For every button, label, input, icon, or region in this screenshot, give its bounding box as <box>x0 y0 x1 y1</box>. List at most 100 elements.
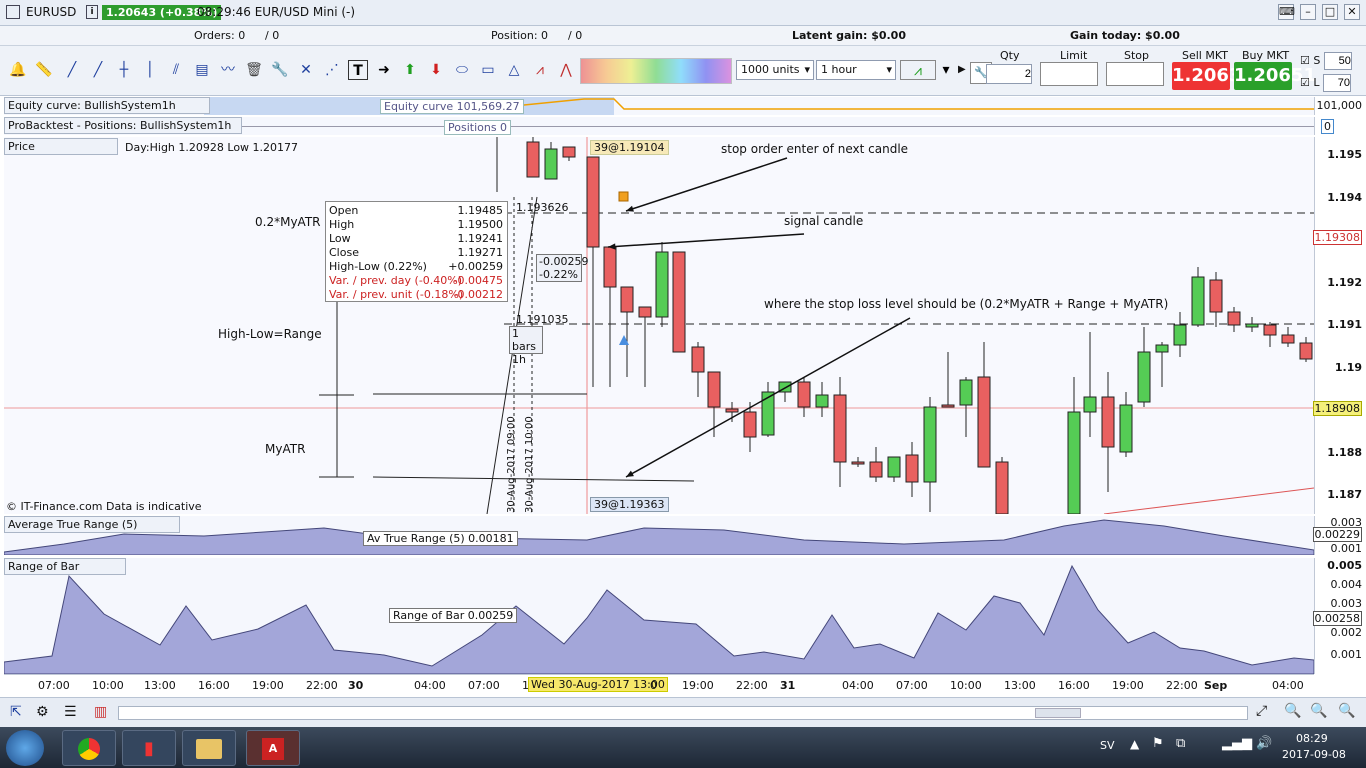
close-button[interactable]: ✕ <box>1344 4 1360 20</box>
wrench-icon[interactable]: 🔧 <box>270 60 290 80</box>
arrow-down-icon[interactable]: ⬇ <box>426 60 446 80</box>
volume-icon[interactable]: 🔊 <box>1256 736 1272 751</box>
keyboard-icon[interactable]: ⌨ <box>1278 4 1295 20</box>
settings-icon[interactable]: ⚙ <box>36 704 49 720</box>
atr-panel-header[interactable]: Average True Range (5) <box>4 516 180 533</box>
triangle-tool-icon[interactable]: △ <box>504 60 524 80</box>
language-indicator[interactable]: SV <box>1100 739 1115 752</box>
ruler-icon[interactable]: 📏 <box>34 60 54 80</box>
clock-time[interactable]: 08:29 <box>1296 732 1328 745</box>
ellipse-tool-icon[interactable]: ⬭ <box>452 60 472 80</box>
zoom-out-icon[interactable]: 🔍 <box>1310 703 1327 719</box>
vline-tool-icon[interactable]: │ <box>140 60 160 80</box>
line-tool-icon[interactable]: ╱ <box>62 60 82 80</box>
minimize-button[interactable]: – <box>1300 4 1316 20</box>
range-axis-003: 0.003 <box>1330 597 1363 610</box>
start-button[interactable] <box>6 730 44 766</box>
channel-tool-icon[interactable]: ⫽ <box>166 60 186 80</box>
chevron-down-icon[interactable]: ▾ <box>936 60 956 80</box>
ray-tool-icon[interactable]: ╱ <box>88 60 108 80</box>
sell-market-button[interactable]: 1.20636 <box>1172 62 1254 90</box>
scrollbar-thumb[interactable] <box>1035 708 1081 718</box>
candle-body <box>1083 396 1097 413</box>
price-axis: 1.1951.1941.1931.1921.1911.191.1891.1881… <box>1312 137 1366 514</box>
horizontal-scrollbar[interactable] <box>118 706 1248 720</box>
candle-body <box>761 391 775 436</box>
range-panel-header[interactable]: Range of Bar <box>4 558 126 575</box>
order-marker <box>618 191 629 202</box>
time-axis-label: 04:00 <box>1272 679 1304 692</box>
tooltip-value: -0.00475 <box>453 274 503 287</box>
stop-buttons[interactable] <box>1106 62 1164 86</box>
candle-body <box>905 454 919 483</box>
prorealtime-taskbar-button[interactable]: ▮ <box>122 730 176 766</box>
positions-panel-header[interactable]: ProBacktest - Positions: BullishSystem1h <box>4 117 242 134</box>
pattern-tool-icon[interactable]: ⩘ <box>530 60 550 80</box>
tooltip-value: 1.19485 <box>457 204 504 217</box>
units-select[interactable]: 1000 units ▾ <box>736 60 814 80</box>
qty-input[interactable] <box>986 64 1032 84</box>
candle-body <box>1119 404 1133 453</box>
trash-icon[interactable]: 🗑 <box>244 60 264 80</box>
info-icon[interactable]: i <box>86 5 98 19</box>
network-icon[interactable]: ⧉ <box>1176 736 1185 751</box>
alarm-icon[interactable]: 🔔 <box>8 60 28 80</box>
zoom-icon[interactable]: 🔍 <box>1284 703 1301 719</box>
zigzag-tool-icon[interactable]: ⋀ <box>556 60 576 80</box>
signal-icon[interactable]: ▂▄▆ <box>1222 736 1252 751</box>
equity-panel-header[interactable]: Equity curve: BullishSystem1h <box>4 97 210 114</box>
limit-buttons[interactable] <box>1040 62 1098 86</box>
order-label-top[interactable]: 39@1.19104 <box>590 140 669 155</box>
arrow-right-icon[interactable]: ➜ <box>374 60 394 80</box>
l-input[interactable] <box>1323 74 1352 92</box>
copyright: © IT-Finance.com Data is indicative <box>6 500 202 513</box>
zoom-in-icon[interactable]: 🔍 <box>1338 703 1355 719</box>
color-palette[interactable] <box>580 58 732 84</box>
interval-select[interactable]: 1 hour ▾ <box>816 60 896 80</box>
pdf-taskbar-button[interactable]: A <box>246 730 300 766</box>
range-delta: -0.00259 <box>539 255 589 268</box>
equity-value-label: Equity curve 101,569.27 <box>380 99 524 114</box>
candle-body <box>743 411 757 438</box>
order-label-bottom[interactable]: 39@1.19363 <box>590 497 669 512</box>
checkbox-icon[interactable]: ☑ <box>1300 54 1310 67</box>
bars-count-box: 1 bars 1h <box>509 326 543 366</box>
zoom-fit-icon[interactable]: ⤢ <box>1256 703 1267 719</box>
s-input[interactable] <box>1323 52 1352 70</box>
units-value: 1000 units <box>741 63 800 76</box>
flag-icon[interactable]: ⚑ <box>1152 736 1164 751</box>
price-axis-label: 1.191 <box>1327 318 1362 331</box>
price-panel-header[interactable]: Price <box>4 138 118 155</box>
candle-body <box>1281 334 1295 344</box>
play-icon[interactable]: ▶ <box>958 64 968 75</box>
cursor-tool-icon[interactable]: ⇱ <box>10 704 22 720</box>
symbol-label[interactable]: EURUSD <box>26 5 76 19</box>
positions-axis: 0 <box>1314 117 1366 135</box>
angle-tool-icon[interactable]: ⋰ <box>322 60 342 80</box>
tray-up-icon[interactable]: ▲ <box>1130 737 1139 751</box>
bars-icon[interactable]: ▥ <box>94 704 107 720</box>
candle-body <box>887 456 901 478</box>
orders-count: Orders: 0 <box>194 29 246 42</box>
rectangle-tool-icon[interactable]: ▭ <box>478 60 498 80</box>
checkbox-icon[interactable]: ☑ <box>1300 76 1310 89</box>
chevron-down-icon: ▾ <box>886 63 892 76</box>
explorer-taskbar-button[interactable] <box>182 730 236 766</box>
tooltip-label: Var. / prev. unit (-0.18%) <box>329 288 464 301</box>
chrome-taskbar-button[interactable] <box>62 730 116 766</box>
wave-tool-icon[interactable]: 〰 <box>218 60 238 80</box>
text-tool-icon[interactable]: T <box>348 60 368 80</box>
hline-tool-icon[interactable]: ┼ <box>114 60 134 80</box>
annotation-myatr-02: 0.2*MyATR <box>255 215 321 229</box>
fibonacci-icon[interactable]: ▤ <box>192 60 212 80</box>
clock-date[interactable]: 2017-09-08 <box>1282 748 1346 761</box>
time-axis-label: 04:00 <box>414 679 446 692</box>
indicator-icon[interactable]: ⩘ <box>900 60 936 80</box>
buy-market-button[interactable]: 1.20651 <box>1234 62 1316 90</box>
candle-body <box>1191 276 1205 326</box>
list-icon[interactable]: ☰ <box>64 704 77 720</box>
maximize-button[interactable]: □ <box>1322 4 1338 20</box>
candle-body <box>672 251 686 353</box>
cross-tool-icon[interactable]: ✕ <box>296 60 316 80</box>
arrow-up-icon[interactable]: ⬆ <box>400 60 420 80</box>
